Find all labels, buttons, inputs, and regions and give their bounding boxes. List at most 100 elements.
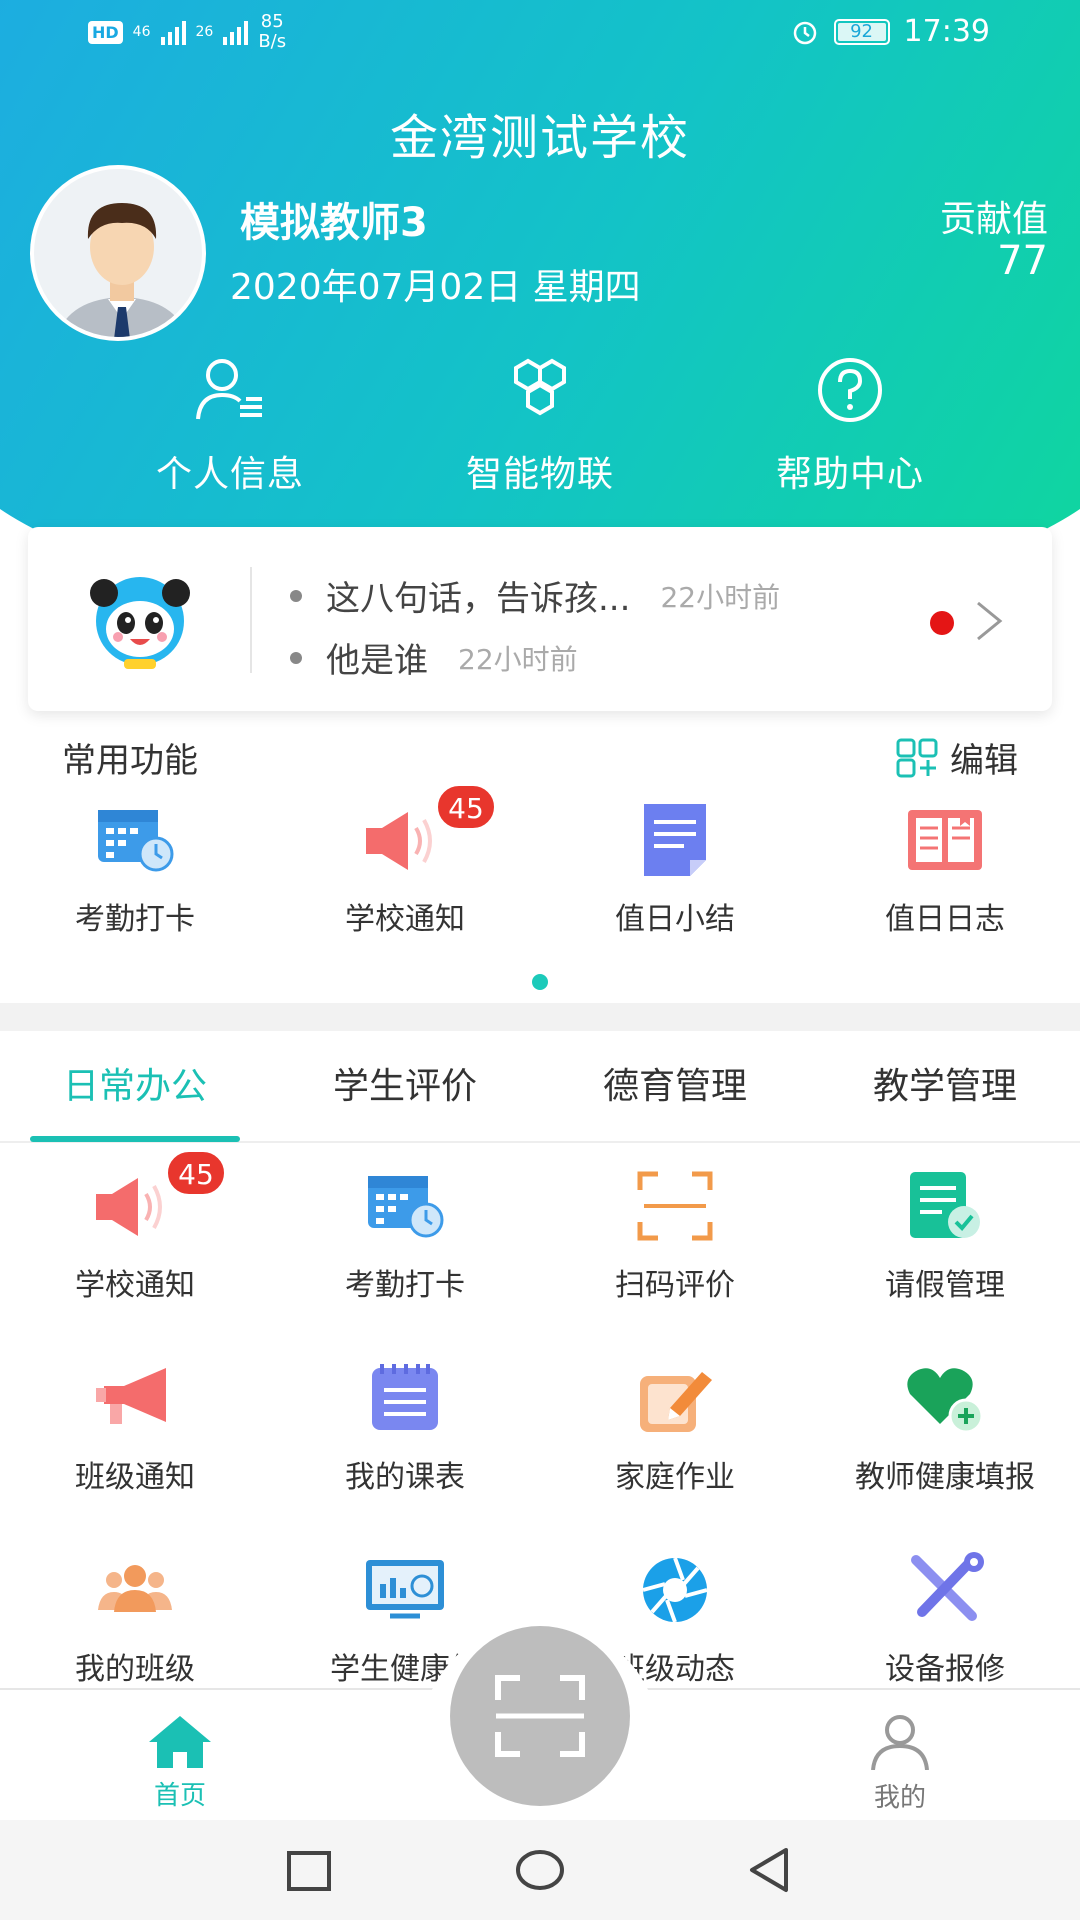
category-tabs: 日常办公 学生评价 德育管理 教学管理 bbox=[0, 1031, 1080, 1143]
quick-iot[interactable]: 智能物联 bbox=[420, 355, 660, 497]
document-icon bbox=[644, 804, 706, 876]
common-duty-summary[interactable]: 值日小结 bbox=[540, 800, 810, 938]
calendar-clock-icon bbox=[368, 1176, 444, 1238]
network-label-1: 46 bbox=[132, 24, 151, 40]
function-label: 值日小结 bbox=[615, 902, 735, 937]
edit-button[interactable]: 编辑 bbox=[896, 733, 1018, 782]
office-teacher-health[interactable]: 教师健康填报 bbox=[810, 1358, 1080, 1496]
scan-button[interactable] bbox=[450, 1626, 630, 1806]
function-label: 学校通知 bbox=[345, 902, 465, 937]
quick-label: 个人信息 bbox=[155, 454, 304, 495]
nav-mine[interactable]: 我的 bbox=[860, 1714, 940, 1814]
notice-text: 这八句话，告诉孩... bbox=[326, 579, 631, 619]
notice-divider bbox=[250, 567, 252, 673]
alarm-icon bbox=[793, 21, 816, 44]
chevron-right-icon[interactable] bbox=[972, 599, 1006, 643]
function-label: 教师健康填报 bbox=[855, 1460, 1035, 1495]
newspaper-icon bbox=[908, 810, 982, 870]
calendar-clock-icon bbox=[98, 810, 174, 872]
mascot-icon bbox=[90, 577, 190, 669]
nav-home[interactable]: 首页 bbox=[140, 1714, 220, 1812]
common-attendance[interactable]: 考勤打卡 bbox=[0, 800, 270, 938]
office-my-timetable[interactable]: 我的课表 bbox=[270, 1358, 540, 1496]
timetable-icon bbox=[372, 1364, 438, 1430]
health-heart-icon bbox=[907, 1368, 984, 1434]
function-label: 我的课表 bbox=[345, 1460, 465, 1495]
leave-form-icon bbox=[910, 1172, 980, 1238]
edit-label: 编辑 bbox=[950, 741, 1018, 781]
recent-apps-icon[interactable] bbox=[286, 1850, 332, 1892]
office-school-notice[interactable]: 45 学校通知 bbox=[0, 1150, 270, 1304]
status-bar: HD 46 26 85 B/s 92 17:39 bbox=[0, 0, 1080, 66]
function-label: 请假管理 bbox=[885, 1268, 1005, 1303]
signal-icon-2 bbox=[223, 19, 249, 45]
common-duty-log[interactable]: 值日日志 bbox=[810, 800, 1080, 938]
office-attendance[interactable]: 考勤打卡 bbox=[270, 1166, 540, 1304]
common-school-notice[interactable]: 45 学校通知 bbox=[270, 784, 540, 938]
grid-edit-icon bbox=[896, 738, 938, 777]
home-icon bbox=[149, 1716, 211, 1768]
help-circle-icon bbox=[818, 358, 882, 422]
function-label: 值日日志 bbox=[885, 902, 1005, 937]
unread-dot bbox=[930, 611, 954, 635]
function-label: 考勤打卡 bbox=[345, 1268, 465, 1303]
hd-icon: HD bbox=[88, 20, 123, 44]
office-leave-management[interactable]: 请假管理 bbox=[810, 1166, 1080, 1304]
notification-badge: 45 bbox=[436, 784, 496, 830]
notice-time: 22小时前 bbox=[660, 580, 781, 614]
clock: 17:39 bbox=[903, 14, 990, 49]
function-label: 设备报修 bbox=[885, 1652, 1005, 1687]
aperture-icon bbox=[642, 1557, 708, 1623]
battery-icon: 92 bbox=[833, 18, 890, 45]
health-chart-icon bbox=[366, 1560, 444, 1619]
function-label: 家庭作业 bbox=[615, 1460, 735, 1495]
function-label: 扫码评价 bbox=[615, 1268, 735, 1303]
avatar[interactable] bbox=[30, 165, 206, 341]
teacher-name: 模拟教师3 bbox=[240, 200, 428, 246]
quick-personal-info[interactable]: 个人信息 bbox=[110, 355, 350, 497]
back-icon[interactable] bbox=[746, 1846, 792, 1894]
quick-actions: 个人信息 智能物联 帮助中心 bbox=[0, 355, 1080, 495]
function-label: 学校通知 bbox=[75, 1268, 195, 1303]
iot-hexagon-icon bbox=[514, 358, 566, 416]
homework-edit-icon bbox=[640, 1372, 712, 1432]
notice-text: 他是谁 bbox=[326, 641, 428, 681]
bullet-icon bbox=[290, 589, 302, 602]
common-functions-title: 常用功能 bbox=[62, 741, 198, 781]
function-label: 考勤打卡 bbox=[75, 902, 195, 937]
current-date: 2020年07月02日 星期四 bbox=[230, 267, 641, 308]
repair-tools-icon bbox=[911, 1552, 984, 1621]
nav-mine-label: 我的 bbox=[873, 1783, 926, 1813]
person-info-icon bbox=[196, 359, 262, 420]
notice-item-2[interactable]: 他是谁 22小时前 bbox=[290, 633, 578, 682]
contribution-label: 贡献值 bbox=[939, 199, 1048, 240]
tab-moral-education[interactable]: 德育管理 bbox=[540, 1031, 810, 1143]
office-my-class[interactable]: 我的班级 bbox=[0, 1550, 270, 1688]
app-screen: { "status_bar": { "network_left": "46", … bbox=[0, 0, 1080, 1920]
notice-card[interactable]: 这八句话，告诉孩... 22小时前 他是谁 22小时前 bbox=[28, 527, 1052, 711]
function-label: 我的班级 bbox=[75, 1652, 195, 1687]
group-people-icon bbox=[98, 1565, 172, 1612]
office-class-notice[interactable]: 班级通知 bbox=[0, 1358, 270, 1496]
tab-teaching-management[interactable]: 教学管理 bbox=[810, 1031, 1080, 1143]
notice-item-1[interactable]: 这八句话，告诉孩... 22小时前 bbox=[290, 571, 780, 620]
notification-badge: 45 bbox=[166, 1150, 226, 1196]
quick-help[interactable]: 帮助中心 bbox=[730, 355, 970, 497]
network-label-2: 26 bbox=[195, 24, 214, 40]
quick-label: 智能物联 bbox=[465, 454, 614, 495]
office-scan-evaluate[interactable]: 扫码评价 bbox=[540, 1166, 810, 1304]
net-speed: 85 B/s bbox=[258, 11, 287, 52]
system-nav-bar bbox=[0, 1820, 1080, 1920]
signal-icon bbox=[160, 19, 186, 45]
active-tab-indicator bbox=[30, 1136, 240, 1142]
home-circle-icon[interactable] bbox=[514, 1848, 566, 1892]
office-equipment-repair[interactable]: 设备报修 bbox=[810, 1550, 1080, 1688]
tab-student-evaluation[interactable]: 学生评价 bbox=[270, 1031, 540, 1143]
bullet-icon bbox=[290, 651, 302, 664]
office-homework[interactable]: 家庭作业 bbox=[540, 1358, 810, 1496]
school-name: 金湾测试学校 bbox=[389, 110, 690, 166]
function-label: 班级通知 bbox=[75, 1460, 195, 1495]
teacher-avatar-icon bbox=[34, 169, 202, 337]
tab-daily-office[interactable]: 日常办公 bbox=[0, 1031, 270, 1143]
user-icon bbox=[871, 1715, 929, 1771]
